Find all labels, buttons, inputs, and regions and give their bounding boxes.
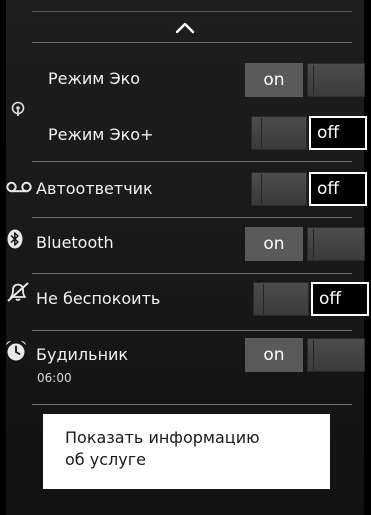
answering-machine-label: Автоответчик (36, 179, 153, 198)
alarm-toggle[interactable]: on (245, 338, 365, 372)
bell-off-icon (7, 282, 29, 302)
header-divider (32, 42, 352, 43)
chevron-up-icon (175, 22, 195, 34)
row-divider (32, 330, 352, 331)
row-divider (32, 217, 352, 218)
show-service-info-button[interactable]: Показать информацию об услуге (43, 414, 330, 489)
alarm-label: Будильник (36, 345, 129, 364)
toggle-off-label: off (309, 172, 367, 206)
screen: Режим Эко on Режим Эко+ off Автоответчик (0, 0, 371, 515)
toggle-handle (251, 172, 307, 206)
collapse-button[interactable] (170, 16, 200, 38)
toggle-off-label: off (311, 282, 369, 316)
do-not-disturb-toggle[interactable]: off (253, 282, 371, 316)
eco-signal-icon (11, 101, 25, 116)
row-divider (32, 273, 352, 274)
toggle-off-label: off (309, 116, 367, 150)
toggle-handle (253, 282, 309, 316)
row-divider (32, 404, 352, 405)
do-not-disturb-label: Не беспокоить (36, 289, 161, 308)
bluetooth-toggle[interactable]: on (245, 227, 365, 261)
eco-mode-label: Режим Эко (48, 69, 141, 88)
info-button-line-1: Показать информацию (65, 428, 260, 447)
toggle-on-label: on (245, 338, 303, 372)
eco-mode-toggle[interactable]: on (245, 63, 365, 97)
row-divider (32, 161, 352, 162)
alarm-time: 06:00 (37, 371, 72, 385)
toggle-handle (307, 338, 365, 372)
bluetooth-icon (7, 229, 23, 249)
toggle-handle (251, 116, 307, 150)
toggle-on-label: on (245, 63, 303, 97)
bluetooth-label: Bluetooth (36, 233, 114, 252)
info-button-line-2: об услуге (65, 450, 146, 469)
toggle-on-label: on (245, 227, 303, 261)
eco-plus-mode-label: Режим Эко+ (48, 125, 154, 144)
toggle-handle (307, 63, 365, 97)
eco-plus-mode-toggle[interactable]: off (251, 116, 371, 150)
answering-machine-toggle[interactable]: off (251, 172, 371, 206)
alarm-clock-icon (6, 341, 26, 361)
toggle-handle (307, 227, 365, 261)
top-divider (32, 11, 352, 12)
answering-machine-icon (6, 181, 32, 193)
